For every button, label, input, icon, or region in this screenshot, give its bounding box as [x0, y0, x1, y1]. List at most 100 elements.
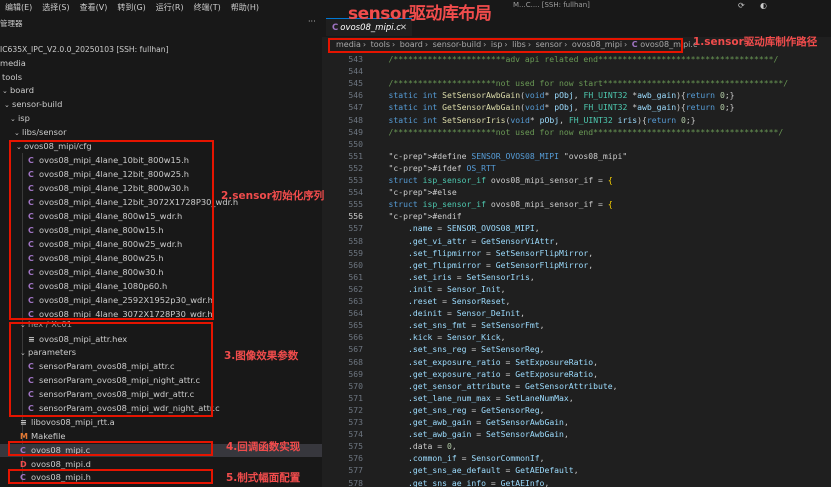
code-line[interactable]: 548 static int SetSensorIris(void* pObj,… [322, 114, 831, 126]
menu-view[interactable]: 查看(V) [75, 2, 113, 13]
annotation-init-seq-label: 2.sensor初始化序列 [221, 190, 325, 202]
line-text: /***********************adv api related … [369, 54, 779, 64]
line-text: .get_sns_ae_default = GetAEDefault, [407, 465, 579, 476]
code-line[interactable]: 567 .set_sns_reg = SetSensorReg, [322, 343, 831, 355]
code-line[interactable]: 547 static int GetSensorAwbGain(void* pO… [322, 101, 831, 113]
menu-terminal[interactable]: 终端(T) [189, 2, 226, 13]
code-line[interactable]: 558 .get_vi_attr = GetSensorViAttr, [322, 235, 831, 247]
line-text: /*********************not used for now s… [369, 78, 789, 89]
line-text: .get_vi_attr = GetSensorViAttr, [407, 235, 560, 246]
line-number: 564 [348, 308, 363, 319]
code-line[interactable]: 574 .set_awb_gain = SetSensorAwbGain, [322, 428, 831, 440]
line-number: 550 [348, 138, 363, 149]
line-number: 565 [348, 320, 363, 331]
code-line[interactable]: 546 static int SetSensorAwbGain(void* pO… [322, 89, 831, 101]
code-line[interactable]: 543 /***********************adv api rela… [322, 53, 831, 65]
tree-label: isp [18, 113, 30, 123]
tree-label: sensor-build [12, 99, 63, 109]
line-number: 560 [348, 259, 363, 270]
code-line[interactable]: 564 .deinit = Sensor_DeInit, [322, 307, 831, 319]
line-number: 577 [348, 465, 363, 476]
line-text: .get_sns_reg = GetSensorReg, [407, 404, 545, 415]
code-line[interactable]: 563 .reset = SensorReset, [322, 295, 831, 307]
annotation-path-label: 1.sensor驱动库制作路径 [693, 36, 818, 48]
line-number: 553 [348, 175, 363, 185]
code-line[interactable]: 560 .get_flipmirror = GetSensorFlipMirro… [322, 259, 831, 271]
code-line[interactable]: 557 .name = SENSOR_OVOS08_MIPI, [322, 222, 831, 234]
code-line[interactable]: 570 .get_sensor_attribute = GetSensorAtt… [322, 380, 831, 392]
code-line[interactable]: 578 .get_sns_ae_info = GetAEInfo, [322, 477, 831, 487]
tree-folder-isp[interactable]: ⌄ isp [10, 112, 322, 125]
code-line[interactable]: 562 .init = Sensor_Init, [322, 283, 831, 295]
code-line[interactable]: 551 "c-prep">#define SENSOR_OVOS08_MIPI … [322, 150, 831, 162]
line-number: 569 [348, 368, 363, 379]
line-number: 543 [348, 54, 363, 64]
code-line[interactable]: 550 [322, 138, 831, 150]
tree-folder-media[interactable]: media [0, 57, 322, 70]
tree-label: ovos08_mipi.d [31, 459, 91, 469]
line-number: 545 [348, 78, 363, 89]
explorer-title: 管理器 [0, 19, 23, 28]
annotation-box-callbacks [8, 441, 213, 456]
tree-folder-board[interactable]: ⌄ board [2, 84, 322, 97]
code-line[interactable]: 571 .set_lane_num_max = SetLaneNumMax, [322, 392, 831, 404]
line-number: 572 [348, 404, 363, 415]
code-line[interactable]: 566 .kick = Sensor_Kick, [322, 331, 831, 343]
line-text: .set_iris = SetSensorIris, [407, 271, 535, 282]
code-line[interactable]: 552 "c-prep">#ifdef OS_RTT [322, 162, 831, 174]
line-number: 555 [348, 199, 363, 210]
annotation-box-init-seq [9, 140, 214, 320]
tree-file[interactable]: ≡ libovos08_mipi_rtt.a [20, 416, 322, 429]
line-number: 558 [348, 235, 363, 246]
code-line[interactable]: 575 .data = 0, [322, 440, 831, 452]
line-text: struct isp_sensor_if ovos08_mipi_sensor_… [388, 175, 613, 185]
code-line[interactable]: 577 .get_sns_ae_default = GetAEDefault, [322, 464, 831, 476]
tree-label: media [0, 58, 26, 68]
menu-run[interactable]: 运行(R) [151, 2, 189, 13]
line-number: 574 [348, 429, 363, 440]
tree-label: libovos08_mipi_rtt.a [31, 417, 115, 427]
annotation-box-image-params [9, 322, 213, 417]
code-line[interactable]: 556 "c-prep">#endif [322, 210, 831, 222]
tree-folder-libs-sensor[interactable]: ⌄ libs/sensor [14, 126, 322, 139]
annotation-box-format [8, 469, 213, 484]
code-line[interactable]: 545 /*********************not used for n… [322, 77, 831, 89]
line-text: .set_sns_fmt = SetSensorFmt, [407, 320, 545, 331]
code-line[interactable]: 565 .set_sns_fmt = SetSensorFmt, [322, 319, 831, 331]
line-text: /*********************not used for now e… [369, 126, 784, 137]
workspace-root[interactable]: IC635X_IPC_V2.0.0_20250103 [SSH: fullhan… [0, 43, 322, 56]
line-text: .name = SENSOR_OVOS08_MIPI, [407, 223, 540, 234]
code-line[interactable]: 573 .get_awb_gain = GetSensorAwbGain, [322, 416, 831, 428]
menu-edit[interactable]: 编辑(E) [0, 2, 37, 13]
menu-selection[interactable]: 选择(S) [37, 2, 74, 13]
line-number: 578 [348, 477, 363, 487]
line-number: 568 [348, 356, 363, 367]
menu-goto[interactable]: 转到(G) [112, 2, 150, 13]
code-line[interactable]: 555 struct isp_sensor_if ovos08_mipi_sen… [322, 198, 831, 210]
workspace-label: IC635X_IPC_V2.0.0_20250103 [SSH: fullhan… [0, 45, 169, 54]
annotation-format-label: 5.制式幅面配置 [226, 472, 301, 484]
code-line[interactable]: 553 struct isp_sensor_if ovos08_mipi_sen… [322, 174, 831, 186]
code-line[interactable]: 554 "c-prep">#else [322, 186, 831, 198]
menu-help[interactable]: 帮助(H) [226, 2, 264, 13]
more-actions-icon[interactable]: ··· [308, 17, 316, 26]
code-line[interactable]: 544 [322, 65, 831, 77]
code-line[interactable]: 572 .get_sns_reg = GetSensorReg, [322, 404, 831, 416]
line-number: 546 [348, 90, 363, 101]
line-text: .common_if = SensorCommonIf, [407, 453, 545, 464]
line-text: .get_exposure_ratio = GetExposureRatio, [407, 368, 599, 379]
line-number: 570 [348, 380, 363, 391]
line-number: 549 [348, 126, 363, 137]
code-line[interactable]: 569 .get_exposure_ratio = GetExposureRat… [322, 368, 831, 380]
code-line[interactable]: 559 .set_flipmirror = SetSensorFlipMirro… [322, 247, 831, 259]
line-text: static int SetSensorAwbGain(void* pObj, … [388, 90, 735, 101]
settings-icon[interactable]: ◐ [760, 1, 767, 10]
accounts-icon[interactable]: ⟳ [738, 1, 745, 10]
c-file-icon: C [332, 23, 339, 33]
tree-folder-sensor-build[interactable]: ⌄ sensor-build [4, 98, 322, 111]
tree-folder-tools[interactable]: tools [2, 71, 322, 84]
code-line[interactable]: 568 .set_exposure_ratio = SetExposureRat… [322, 356, 831, 368]
code-line[interactable]: 549 /*********************not used for n… [322, 126, 831, 138]
code-line[interactable]: 576 .common_if = SensorCommonIf, [322, 452, 831, 464]
code-line[interactable]: 561 .set_iris = SetSensorIris, [322, 271, 831, 283]
